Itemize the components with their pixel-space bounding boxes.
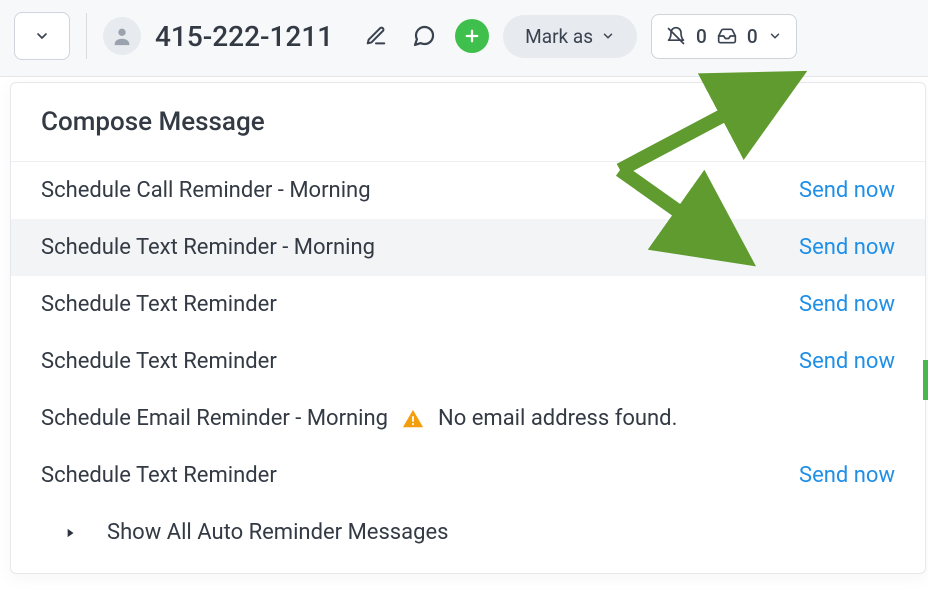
reminder-row[interactable]: Schedule Text Reminder Send now: [11, 333, 925, 390]
inbox-icon: [717, 26, 737, 46]
reminder-label: Schedule Email Reminder - Morning: [41, 406, 388, 431]
add-button[interactable]: [455, 19, 489, 53]
reminder-row[interactable]: Schedule Text Reminder - Morning Send no…: [11, 219, 925, 276]
chevron-down-icon: [34, 28, 50, 44]
pencil-icon: [365, 25, 387, 47]
chat-button[interactable]: [407, 19, 441, 53]
counters-dropdown[interactable]: 0 0: [651, 14, 797, 59]
warning-text: No email address found.: [438, 406, 677, 431]
edge-indicator: [923, 360, 928, 400]
edit-button[interactable]: [359, 19, 393, 53]
send-now-link[interactable]: Send now: [799, 292, 895, 317]
reminder-row[interactable]: Schedule Call Reminder - Morning Send no…: [11, 162, 925, 219]
mark-as-dropdown[interactable]: Mark as: [503, 15, 637, 58]
show-all-button[interactable]: Show All Auto Reminder Messages: [11, 504, 925, 573]
reminder-label: Schedule Text Reminder: [41, 292, 277, 317]
send-now-link[interactable]: Send now: [799, 463, 895, 488]
plus-icon: [463, 27, 481, 45]
send-now-link[interactable]: Send now: [799, 235, 895, 260]
chevron-down-icon: [768, 29, 782, 43]
reminder-row[interactable]: Schedule Email Reminder - Morning No ema…: [11, 390, 925, 447]
reminder-row[interactable]: Schedule Text Reminder Send now: [11, 447, 925, 504]
reminder-count: 0: [696, 25, 707, 48]
panel-title: Compose Message: [11, 83, 925, 162]
reminder-label: Schedule Text Reminder: [41, 349, 277, 374]
reminder-label: Schedule Text Reminder - Morning: [41, 235, 375, 260]
send-now-link[interactable]: Send now: [799, 178, 895, 203]
compose-message-panel: Compose Message Schedule Call Reminder -…: [10, 82, 926, 574]
caret-right-icon: [63, 526, 77, 540]
person-icon: [111, 25, 133, 47]
show-all-label: Show All Auto Reminder Messages: [107, 520, 449, 545]
reminder-label: Schedule Call Reminder - Morning: [41, 178, 371, 203]
chevron-down-icon: [601, 29, 615, 43]
vertical-divider: [86, 13, 87, 59]
dropdown-button[interactable]: [14, 12, 70, 60]
mark-as-label: Mark as: [525, 25, 593, 48]
warning-icon: [402, 408, 424, 430]
reminder-label: Schedule Text Reminder: [41, 463, 277, 488]
avatar: [103, 17, 141, 55]
inbox-count: 0: [747, 25, 758, 48]
reminder-row[interactable]: Schedule Text Reminder Send now: [11, 276, 925, 333]
phone-number: 415-222-1211: [155, 20, 333, 53]
bell-off-icon: [666, 26, 686, 46]
chat-bubble-icon: [412, 24, 436, 48]
send-now-link[interactable]: Send now: [799, 349, 895, 374]
contact-toolbar: 415-222-1211 Mark as 0 0: [0, 0, 928, 77]
